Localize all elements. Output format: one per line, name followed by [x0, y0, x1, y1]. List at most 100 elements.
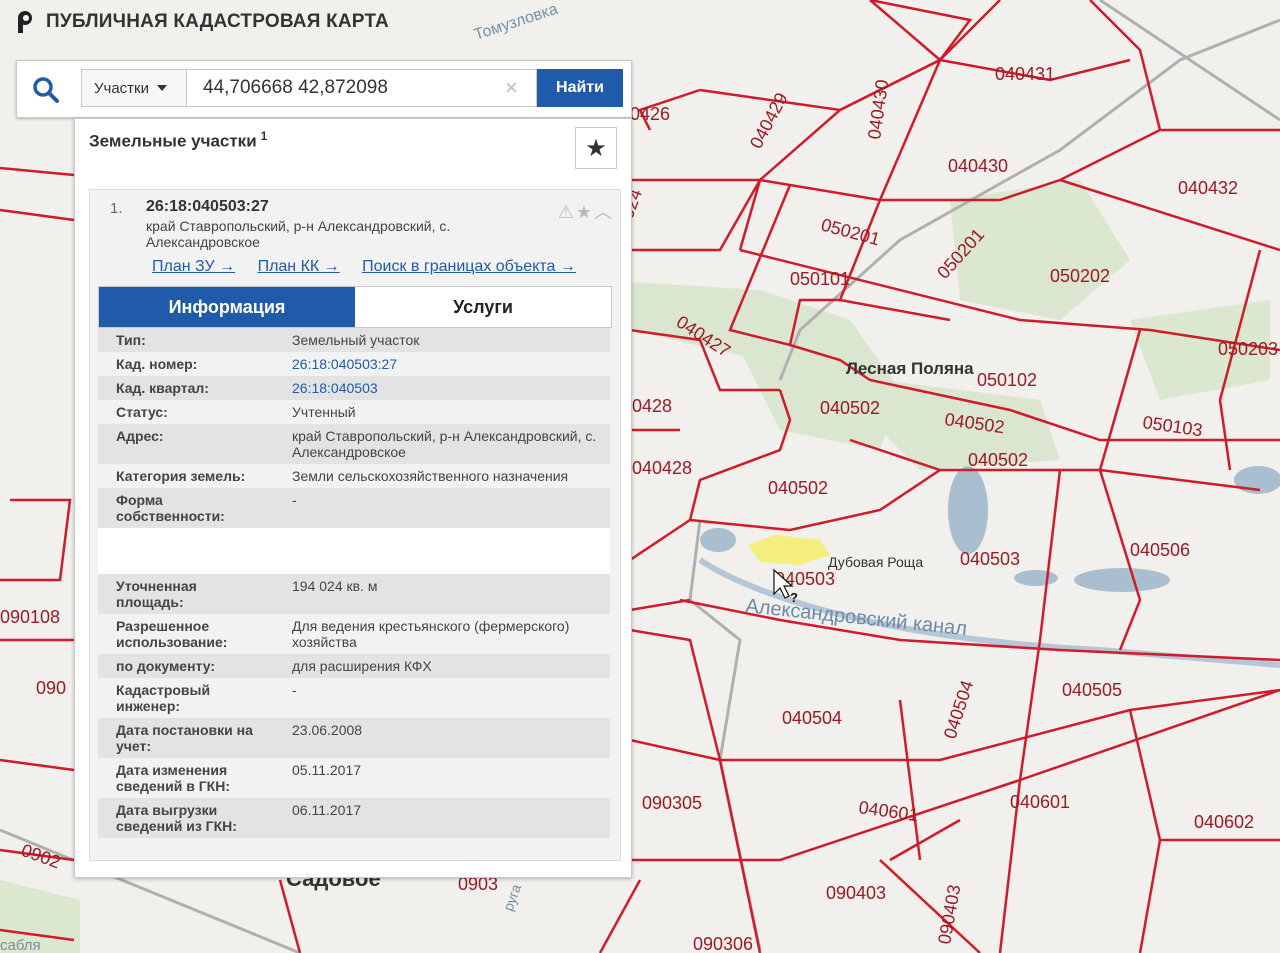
- svg-text:050203: 050203: [1218, 339, 1278, 359]
- svg-text:050102: 050102: [977, 370, 1037, 390]
- svg-text:040502: 040502: [820, 398, 880, 418]
- svg-text:Дубовая Роща: Дубовая Роща: [828, 554, 923, 570]
- row-label: Разрешенное использование:: [116, 618, 228, 650]
- plan-zu-link[interactable]: План ЗУ →: [152, 258, 235, 275]
- svg-text:040431: 040431: [995, 64, 1055, 84]
- plan-kk-link[interactable]: План КК →: [258, 258, 340, 275]
- svg-text:090108: 090108: [0, 607, 60, 627]
- row-value: -: [292, 682, 297, 698]
- search-type-select[interactable]: Участки: [81, 69, 187, 107]
- selected-parcel[interactable]: [748, 535, 830, 565]
- svg-text:040601: 040601: [857, 797, 919, 825]
- table-row: Уточненная площадь: 194 024 кв. м: [98, 574, 610, 614]
- svg-text:040502: 040502: [768, 478, 828, 498]
- svg-text:040503: 040503: [960, 549, 1020, 569]
- svg-text:040430: 040430: [864, 78, 892, 140]
- svg-text:Томузловка: Томузловка: [472, 1, 560, 44]
- svg-text:090403: 090403: [826, 883, 886, 903]
- row-value: 05.11.2017: [292, 762, 362, 778]
- svg-text:сабля: сабля: [0, 937, 41, 953]
- app-title: ПУБЛИЧНАЯ КАДАСТРОВАЯ КАРТА: [46, 11, 389, 32]
- svg-text:090305: 090305: [642, 793, 702, 813]
- row-value: [274, 528, 610, 574]
- svg-text:?: ?: [790, 590, 798, 605]
- chevron-up-icon[interactable]: ︿: [594, 202, 614, 222]
- search-icon[interactable]: [31, 75, 61, 105]
- svg-text:040506: 040506: [1130, 540, 1190, 560]
- svg-text:040602: 040602: [1194, 812, 1254, 832]
- row-label: по документу:: [116, 658, 216, 674]
- logo-icon: [18, 11, 32, 33]
- row-label: Дата постановки на учет:: [116, 722, 253, 754]
- svg-text:040429: 040429: [746, 89, 792, 151]
- row-label: Кадастровый инженер:: [116, 682, 211, 714]
- row-value: 194 024 кв. м: [292, 578, 378, 594]
- row-value: 06.11.2017: [292, 802, 362, 818]
- clear-icon[interactable]: ×: [505, 77, 518, 99]
- chevron-down-icon: [157, 85, 167, 91]
- search-type-label: Участки: [94, 79, 149, 97]
- row-value: Для ведения крестьянского (фермерского) …: [292, 618, 570, 650]
- table-row: Кад. номер: 26:18:040503:27: [98, 352, 610, 376]
- svg-text:0428: 0428: [632, 396, 672, 416]
- svg-text:040428: 040428: [632, 458, 692, 478]
- table-row: Разрешенное использование: Для ведения кр…: [98, 614, 610, 654]
- row-label: [98, 528, 274, 574]
- star-outline-icon[interactable]: ★: [576, 202, 594, 222]
- svg-text:040505: 040505: [1062, 680, 1122, 700]
- app-header: ПУБЛИЧНАЯ КАДАСТРОВАЯ КАРТА: [14, 10, 389, 34]
- row-label: Кад. квартал:: [116, 380, 209, 396]
- item-number: 1.: [110, 200, 123, 217]
- table-row: по документу: для расширения КФХ: [98, 654, 610, 678]
- svg-text:040601: 040601: [1010, 792, 1070, 812]
- search-in-bounds-link[interactable]: Поиск в границах объекта →: [362, 258, 576, 275]
- svg-text:050101: 050101: [790, 269, 850, 289]
- item-cadnum[interactable]: 26:18:040503:27: [146, 198, 269, 216]
- info-tabs: Информация Услуги: [98, 286, 612, 328]
- table-row: Кадастровый инженер: -: [98, 678, 610, 718]
- panel-heading-text: Земельные участки: [89, 131, 257, 151]
- find-button[interactable]: Найти: [537, 69, 623, 107]
- table-row: Адрес: край Ставропольский, р-н Александр…: [98, 424, 610, 464]
- table-row: Тип: Земельный участок: [98, 328, 610, 352]
- cadnum-link[interactable]: 26:18:040503:27: [274, 352, 610, 376]
- tab-services[interactable]: Услуги: [355, 287, 611, 327]
- svg-text:090403: 090403: [934, 883, 964, 946]
- search-input[interactable]: [187, 69, 537, 107]
- row-value: Земли сельскохозяйственного назначения: [292, 468, 569, 484]
- panel-heading: Земельные участки 1: [89, 129, 267, 152]
- row-value: край Ставропольский, р-н Александровский…: [292, 428, 597, 460]
- row-value: 23.06.2008: [292, 722, 363, 738]
- warning-icon[interactable]: ⚠: [558, 202, 576, 222]
- row-value: Земельный участок: [292, 332, 420, 348]
- table-row: Дата постановки на учет: 23.06.2008: [98, 718, 610, 758]
- results-panel: Земельные участки 1 ★ 1. 26:18:040503:27 …: [74, 118, 632, 878]
- row-label: Адрес:: [116, 428, 164, 444]
- item-address: край Ставропольский, р-н Александровский…: [146, 218, 451, 250]
- svg-text:0902: 0902: [19, 840, 63, 872]
- result-item: 1. 26:18:040503:27 край Ставропольский, …: [89, 189, 621, 861]
- row-label: Дата изменения сведений в ГКН:: [116, 762, 230, 794]
- table-row: Кад. квартал: 26:18:040503: [98, 376, 610, 400]
- table-row: Категория земель: Земли сельскохозяйствен…: [98, 464, 610, 488]
- svg-text:050202: 050202: [1050, 266, 1110, 286]
- svg-text:040430: 040430: [948, 156, 1008, 176]
- svg-text:руга: руга: [500, 882, 524, 913]
- search-bar: Участки × Найти: [16, 60, 632, 118]
- svg-text:090: 090: [36, 678, 66, 698]
- row-value: для расширения КФХ: [292, 658, 432, 674]
- tab-information[interactable]: Информация: [99, 287, 355, 327]
- table-row: Дата изменения сведений в ГКН: 05.11.2017: [98, 758, 610, 798]
- svg-text:040504: 040504: [782, 708, 842, 728]
- svg-text:Лесная Поляна: Лесная Поляна: [846, 359, 974, 378]
- row-label: Форма собственности:: [116, 492, 225, 524]
- row-value: Учтенный: [292, 404, 356, 420]
- table-row: Форма собственности: -: [98, 488, 610, 528]
- row-label: Кад. номер:: [116, 356, 198, 372]
- info-table: Тип: Земельный участок Кад. номер: 26:18:0…: [98, 328, 610, 838]
- table-row-empty: [98, 528, 610, 574]
- table-row: Дата выгрузки сведений из ГКН: 06.11.2017: [98, 798, 610, 838]
- row-label: Тип:: [116, 332, 146, 348]
- favorite-button[interactable]: ★: [575, 127, 617, 169]
- quarter-link[interactable]: 26:18:040503: [274, 376, 610, 400]
